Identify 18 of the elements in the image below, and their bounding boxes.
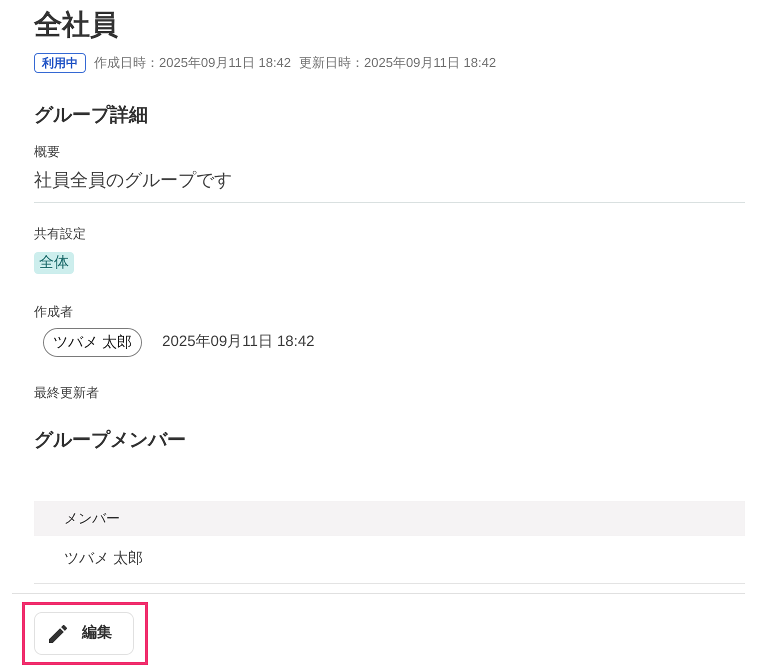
edit-button[interactable]: 編集 bbox=[34, 612, 134, 655]
status-label: 利用中 bbox=[34, 53, 86, 73]
field-label: 最終更新者 bbox=[34, 384, 100, 402]
table-cell-text: ツバメ 太郎 bbox=[64, 549, 144, 570]
field-label: 作成者 bbox=[34, 303, 74, 321]
created-date: 2025年09月11日 18:42 bbox=[162, 332, 315, 352]
updated-date: 更新日時：2025年09月11日 18:42 bbox=[299, 54, 496, 72]
sharing-tag: 全体 bbox=[34, 252, 74, 274]
user-chip: ツバメ 太郎 bbox=[43, 328, 142, 357]
column-header: メンバー bbox=[64, 509, 120, 528]
pencil-icon bbox=[49, 624, 67, 642]
section-heading: グループ詳細 bbox=[34, 104, 149, 128]
page-title: 全社員 bbox=[34, 8, 119, 42]
field-label: 概要 bbox=[34, 143, 61, 161]
field-value: 社員全員のグループです bbox=[34, 169, 233, 192]
section-heading: グループメンバー bbox=[34, 428, 187, 453]
created-date: 作成日時：2025年09月11日 18:42 bbox=[94, 54, 292, 72]
field-label: 共有設定 bbox=[34, 225, 87, 243]
